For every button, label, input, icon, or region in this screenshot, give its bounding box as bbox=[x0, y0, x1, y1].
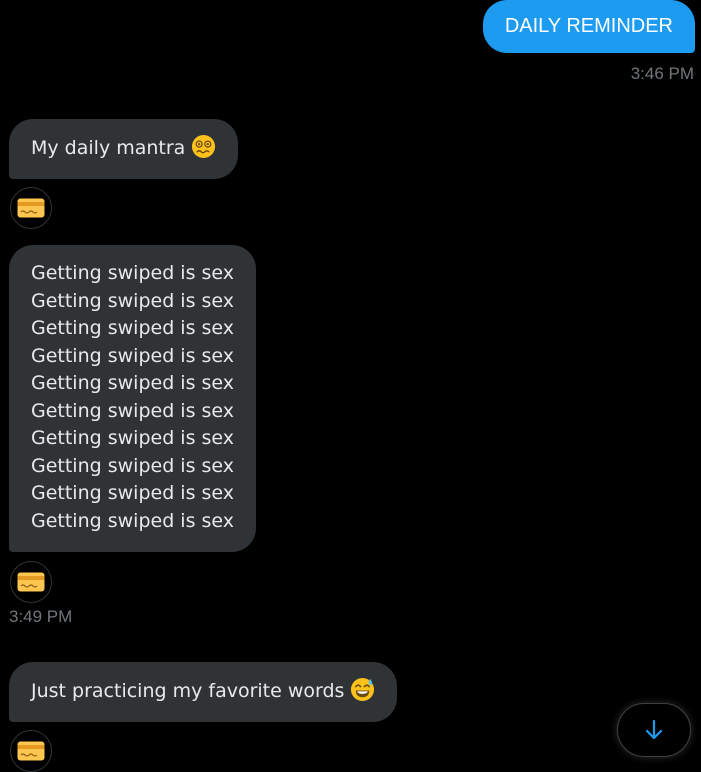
grinning-face-with-sweat-emoji-icon bbox=[351, 677, 375, 702]
message-reaction[interactable] bbox=[10, 730, 52, 772]
message-line: Getting swiped is sex bbox=[31, 454, 235, 477]
message-line: Getting swiped is sex bbox=[31, 399, 235, 422]
credit-card-icon bbox=[17, 572, 45, 592]
incoming-message-bubble[interactable]: My daily mantra bbox=[9, 119, 239, 179]
message-timestamp: 3:49 PM bbox=[9, 607, 73, 626]
credit-card-icon bbox=[17, 198, 45, 218]
message-line: Getting swiped is sex bbox=[31, 289, 235, 312]
message-line: Getting swiped is sex bbox=[31, 482, 235, 504]
message-timestamp: 3:46 PM bbox=[630, 64, 694, 83]
incoming-message-bubble[interactable]: Getting swiped is sex Getting swiped is … bbox=[9, 245, 257, 552]
message-reaction[interactable] bbox=[10, 561, 52, 603]
credit-card-icon bbox=[17, 741, 45, 761]
message-text: DAILY REMINDER bbox=[504, 15, 673, 37]
scroll-to-bottom-button[interactable] bbox=[617, 703, 691, 757]
message-line: Getting swiped is sex bbox=[31, 509, 235, 532]
message-line: Getting swiped is sex bbox=[31, 427, 235, 449]
message-reaction[interactable] bbox=[10, 187, 52, 229]
outgoing-message-bubble[interactable]: DAILY REMINDER bbox=[482, 0, 695, 53]
message-line: Getting swiped is sex bbox=[31, 262, 235, 284]
message-line: Getting swiped is sex bbox=[31, 372, 235, 394]
woozy-face-emoji-icon bbox=[192, 134, 216, 159]
message-line: Getting swiped is sex bbox=[31, 317, 235, 339]
incoming-message-bubble[interactable]: Just practicing my favorite words bbox=[9, 662, 398, 722]
message-text: Just practicing my favorite words bbox=[31, 680, 345, 702]
message-line: Getting swiped is sex bbox=[31, 344, 235, 367]
message-text: My daily mantra bbox=[31, 137, 186, 159]
arrow-down-icon bbox=[645, 719, 663, 740]
